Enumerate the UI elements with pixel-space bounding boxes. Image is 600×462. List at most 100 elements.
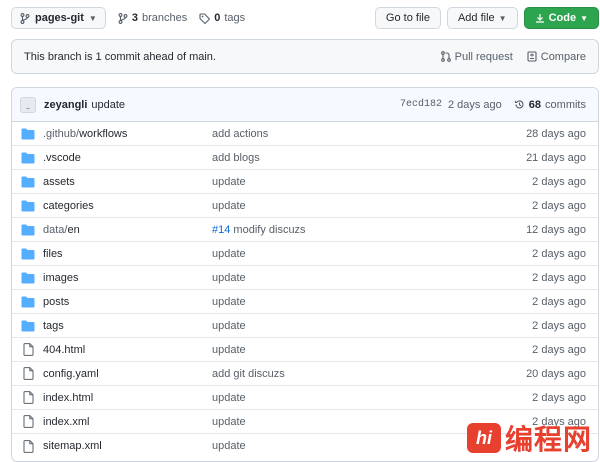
tag-icon — [199, 12, 211, 24]
latest-commit-row: ▪▪ zeyangli update 7ecd182 2 days ago 68… — [12, 88, 598, 122]
avatar[interactable]: ▪▪ — [20, 96, 36, 113]
file-commit-message[interactable]: update — [212, 392, 532, 404]
chevron-down-icon: ▼ — [580, 13, 588, 23]
file-commit-message-text: update — [212, 319, 246, 332]
folder-icon — [20, 272, 36, 284]
watermark: hi 编程网 — [466, 418, 592, 458]
file-row[interactable]: .github/workflows add actions 28 days ag… — [12, 122, 598, 146]
file-name-link[interactable]: files — [43, 248, 212, 260]
file-name: categories — [43, 199, 94, 212]
history-icon — [514, 100, 524, 109]
git-branch-icon — [20, 12, 30, 24]
file-commit-message[interactable]: #14 modify discuzs — [212, 224, 526, 236]
file-name-link[interactable]: data/en — [43, 224, 212, 236]
folder-icon — [20, 248, 36, 260]
file-commit-message-text: add actions — [212, 127, 269, 140]
file-commit-message-text: update — [212, 295, 246, 308]
git-branch-icon — [118, 12, 128, 24]
branch-selector[interactable]: pages-git ▼ — [11, 7, 106, 29]
file-commit-message[interactable]: add actions — [212, 128, 526, 140]
compare-link[interactable]: Compare — [527, 51, 586, 63]
file-row[interactable]: images update 2 days ago — [12, 266, 598, 290]
file-commit-age: 2 days ago — [532, 295, 586, 308]
commit-sha[interactable]: 7ecd182 — [400, 99, 442, 110]
file-path-prefix: data/ — [43, 223, 68, 236]
pull-request-link[interactable]: Pull request — [440, 50, 513, 63]
issue-link[interactable]: #14 — [212, 224, 230, 236]
file-commit-message[interactable]: add blogs — [212, 152, 526, 164]
file-row[interactable]: .vscode add blogs 21 days ago — [12, 146, 598, 170]
file-commit-age: 20 days ago — [526, 367, 586, 380]
commits-count: 68 — [528, 98, 542, 111]
file-row[interactable]: assets update 2 days ago — [12, 170, 598, 194]
file-name-link[interactable]: 404.html — [43, 344, 212, 356]
file-commit-age: 2 days ago — [532, 199, 586, 212]
branch-name: pages-git — [35, 12, 84, 24]
pull-request-label: Pull request — [454, 50, 513, 63]
branches-link[interactable]: 3 branches — [118, 12, 187, 24]
file-name: files — [43, 247, 63, 260]
file-name: en — [67, 223, 80, 236]
tags-label: tags — [224, 12, 246, 24]
file-name-link[interactable]: .github/workflows — [43, 128, 212, 140]
go-to-file-button[interactable]: Go to file — [374, 7, 441, 29]
file-commit-message-text: update — [212, 199, 246, 212]
add-file-button[interactable]: Add file ▼ — [446, 7, 518, 29]
file-commit-message[interactable]: update — [212, 200, 532, 212]
file-commit-message-text: update — [212, 247, 246, 260]
branch-status-banner: This branch is 1 commit ahead of main. P… — [11, 39, 599, 74]
file-row[interactable]: config.yaml add git discuzs 20 days ago — [12, 362, 598, 386]
file-name-link[interactable]: index.xml — [43, 416, 212, 428]
tags-link[interactable]: 0 tags — [199, 12, 245, 24]
folder-icon — [20, 224, 36, 236]
file-commit-message[interactable]: update — [212, 272, 532, 284]
file-name-link[interactable]: config.yaml — [43, 368, 212, 380]
file-name-link[interactable]: posts — [43, 296, 212, 308]
file-name: 404.html — [43, 343, 86, 356]
file-commit-age: 2 days ago — [532, 343, 586, 356]
commit-author[interactable]: zeyangli — [44, 99, 87, 111]
file-name-link[interactable]: tags — [43, 320, 212, 332]
file-name-link[interactable]: sitemap.xml — [43, 440, 212, 452]
file-commit-message-text: update — [212, 175, 246, 188]
file-commit-age: 2 days ago — [532, 175, 586, 188]
file-commit-age: 28 days ago — [526, 127, 586, 140]
file-commit-age: 2 days ago — [532, 271, 586, 284]
pull-request-icon — [440, 51, 451, 62]
file-commit-message[interactable]: update — [212, 344, 532, 356]
commits-history-link[interactable]: 68 commits — [514, 99, 586, 111]
file-commit-message-text: update — [212, 271, 246, 284]
file-row[interactable]: 404.html update 2 days ago — [12, 338, 598, 362]
file-name-link[interactable]: images — [43, 272, 212, 284]
file-commit-message[interactable]: update — [212, 296, 532, 308]
file-name-link[interactable]: .vscode — [43, 152, 212, 164]
file-row[interactable]: files update 2 days ago — [12, 242, 598, 266]
compare-icon — [527, 51, 537, 62]
file-name-link[interactable]: index.html — [43, 392, 212, 404]
file-commit-age: 2 days ago — [532, 391, 586, 404]
file-row[interactable]: tags update 2 days ago — [12, 314, 598, 338]
go-to-file-label: Go to file — [385, 12, 430, 24]
file-name: config.yaml — [43, 367, 99, 380]
file-commit-message[interactable]: update — [212, 176, 532, 188]
file-name-link[interactable]: assets — [43, 176, 212, 188]
file-commit-age: 2 days ago — [532, 247, 586, 260]
file-commit-message[interactable]: update — [212, 320, 532, 332]
file-name: workflows — [79, 127, 128, 140]
commit-message[interactable]: update — [91, 99, 125, 111]
chevron-down-icon: ▼ — [498, 13, 507, 23]
tags-count: 0 — [214, 12, 221, 24]
file-commit-message-text: update — [212, 415, 246, 428]
file-icon — [20, 439, 36, 453]
file-row[interactable]: categories update 2 days ago — [12, 194, 598, 218]
file-row[interactable]: posts update 2 days ago — [12, 290, 598, 314]
file-commit-message[interactable]: add git discuzs — [212, 368, 526, 380]
file-name: assets — [43, 175, 75, 188]
file-commit-message[interactable]: update — [212, 248, 532, 260]
file-name: .vscode — [43, 151, 81, 164]
file-row[interactable]: index.html update 2 days ago — [12, 386, 598, 410]
code-button[interactable]: Code ▼ — [523, 7, 599, 29]
file-name-link[interactable]: categories — [43, 200, 212, 212]
folder-icon — [20, 200, 36, 212]
file-row[interactable]: data/en #14 modify discuzs 12 days ago — [12, 218, 598, 242]
